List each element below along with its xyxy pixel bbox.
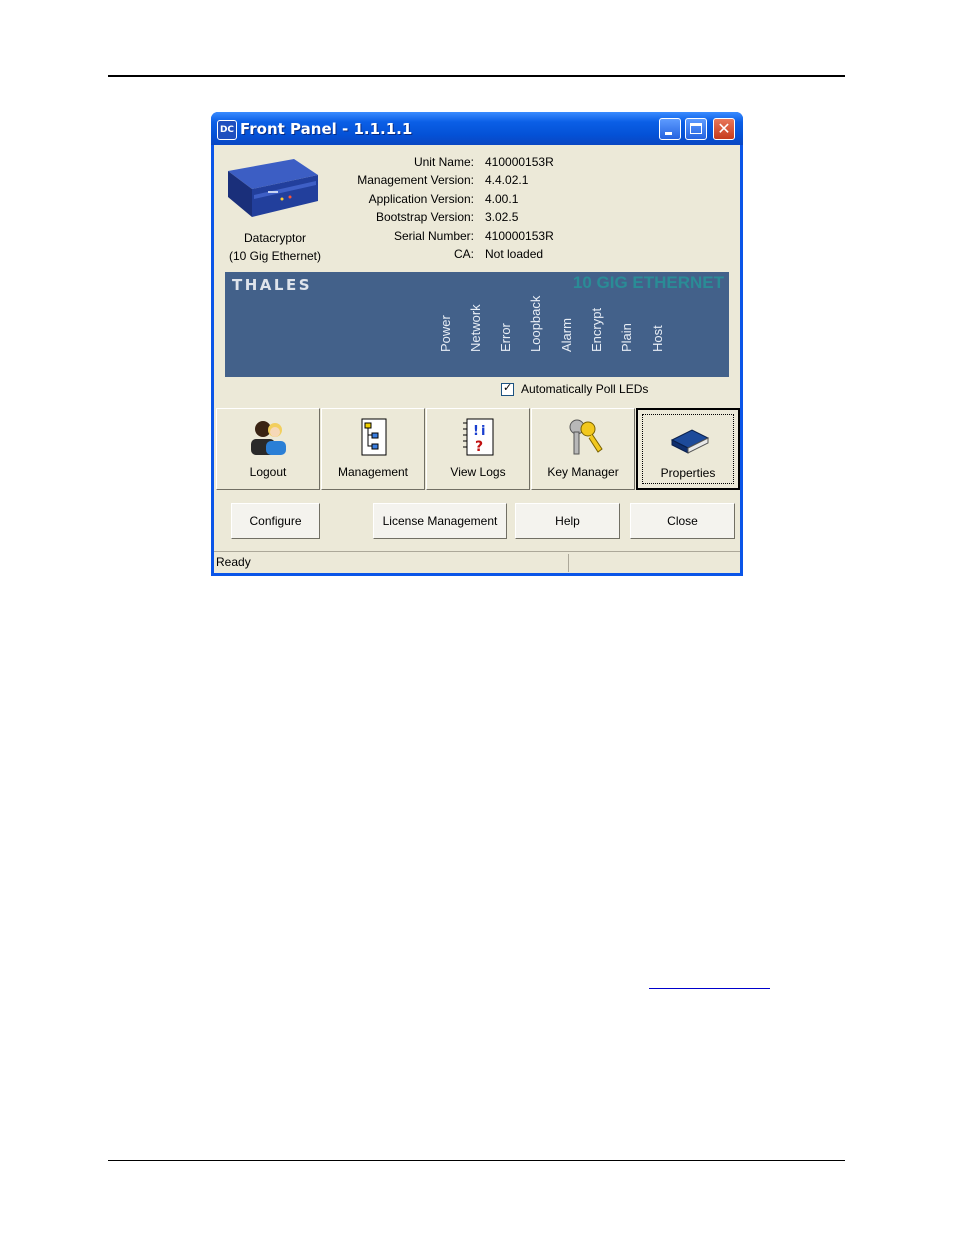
led-loopback: Loopback [528,295,543,352]
ca-label: CA: [453,247,474,262]
client-area: Datacryptor (10 Gig Ethernet) Unit Name:… [214,145,740,573]
led-panel: THALES 10 GIG ETHERNET Power Network Err… [225,272,729,377]
minimize-button[interactable] [659,118,681,140]
device-caption-line1: Datacryptor [243,231,307,245]
close-button[interactable]: Close [630,503,735,539]
svg-text:i: i [481,424,485,439]
management-label: Management [337,465,409,479]
management-button[interactable]: Management [321,408,425,490]
device-caption: Datacryptor (10 Gig Ethernet) [214,229,336,265]
configure-button[interactable]: Configure [231,503,320,539]
led-alarm: Alarm [559,318,574,352]
led-encrypt: Encrypt [589,307,604,352]
close-window-button[interactable]: ✕ [713,118,735,140]
bootstrap-version-label: Bootstrap Version: [375,210,474,225]
properties-button[interactable]: Properties [636,408,740,490]
product-name: 10 GIG ETHERNET [572,273,724,292]
maximize-button[interactable] [685,118,707,140]
application-version-label: Application Version: [368,191,474,206]
footer-rule [108,1160,845,1161]
serial-number-value: 410000153R [485,228,554,243]
help-button[interactable]: Help [515,503,620,539]
properties-label: Properties [660,466,716,480]
led-error: Error [498,323,513,352]
users-icon [251,421,286,455]
view-logs-label: View Logs [450,465,506,479]
logout-button[interactable]: Logout [216,408,320,490]
key-manager-label: Key Manager [547,465,619,479]
keys-icon [569,419,603,455]
device-image [228,159,318,217]
led-plain: Plain [619,323,634,352]
info-labels: Unit Name: Management Version: Applicati… [334,153,474,263]
application-version-value: 4.00.1 [485,191,519,206]
info-values: 410000153R 4.4.02.1 4.00.1 3.02.5 410000… [485,153,685,263]
serial-number-label: Serial Number: [393,228,474,243]
led-power: Power [438,315,453,352]
book-icon [670,429,710,454]
tree-icon [361,418,387,456]
unit-name-value: 410000153R [485,155,554,169]
management-version-label: Management Version: [357,173,474,188]
svg-text:!: ! [473,424,479,439]
auto-poll-leds-label: Automatically Poll LEDs [521,382,649,396]
management-version-value: 4.4.02.1 [485,173,529,188]
close-icon: ✕ [717,119,731,138]
unit-name-label: Unit Name: [413,155,474,169]
document-link-underline[interactable] [649,988,770,989]
key-manager-button[interactable]: Key Manager [531,408,635,490]
bootstrap-version-value: 3.02.5 [485,210,519,225]
view-logs-button[interactable]: ! i ? View Logs [426,408,530,490]
logout-label: Logout [249,465,287,479]
title-bar[interactable]: DC Front Panel - 1.1.1.1 ✕ [211,112,743,145]
led-host: Host [650,325,665,352]
led-network: Network [468,304,483,352]
checkbox-checked-icon[interactable] [501,381,514,396]
device-caption-line2: (10 Gig Ethernet) [228,249,322,263]
log-book-icon: ! i ? [463,418,494,456]
status-text: Ready [216,555,251,569]
header-rule [108,75,845,77]
front-panel-window: DC Front Panel - 1.1.1.1 ✕ Datacryptor (… [211,112,743,576]
ca-value: Not loaded [485,247,544,262]
thales-logo: THALES [232,276,313,294]
license-management-button[interactable]: License Management [373,503,507,539]
status-separator [568,554,569,572]
window-title: Front Panel - 1.1.1.1 [240,120,413,138]
datacryptor-icon[interactable]: DC [217,120,237,140]
status-bar: Ready [214,551,740,574]
svg-text:?: ? [475,439,483,455]
